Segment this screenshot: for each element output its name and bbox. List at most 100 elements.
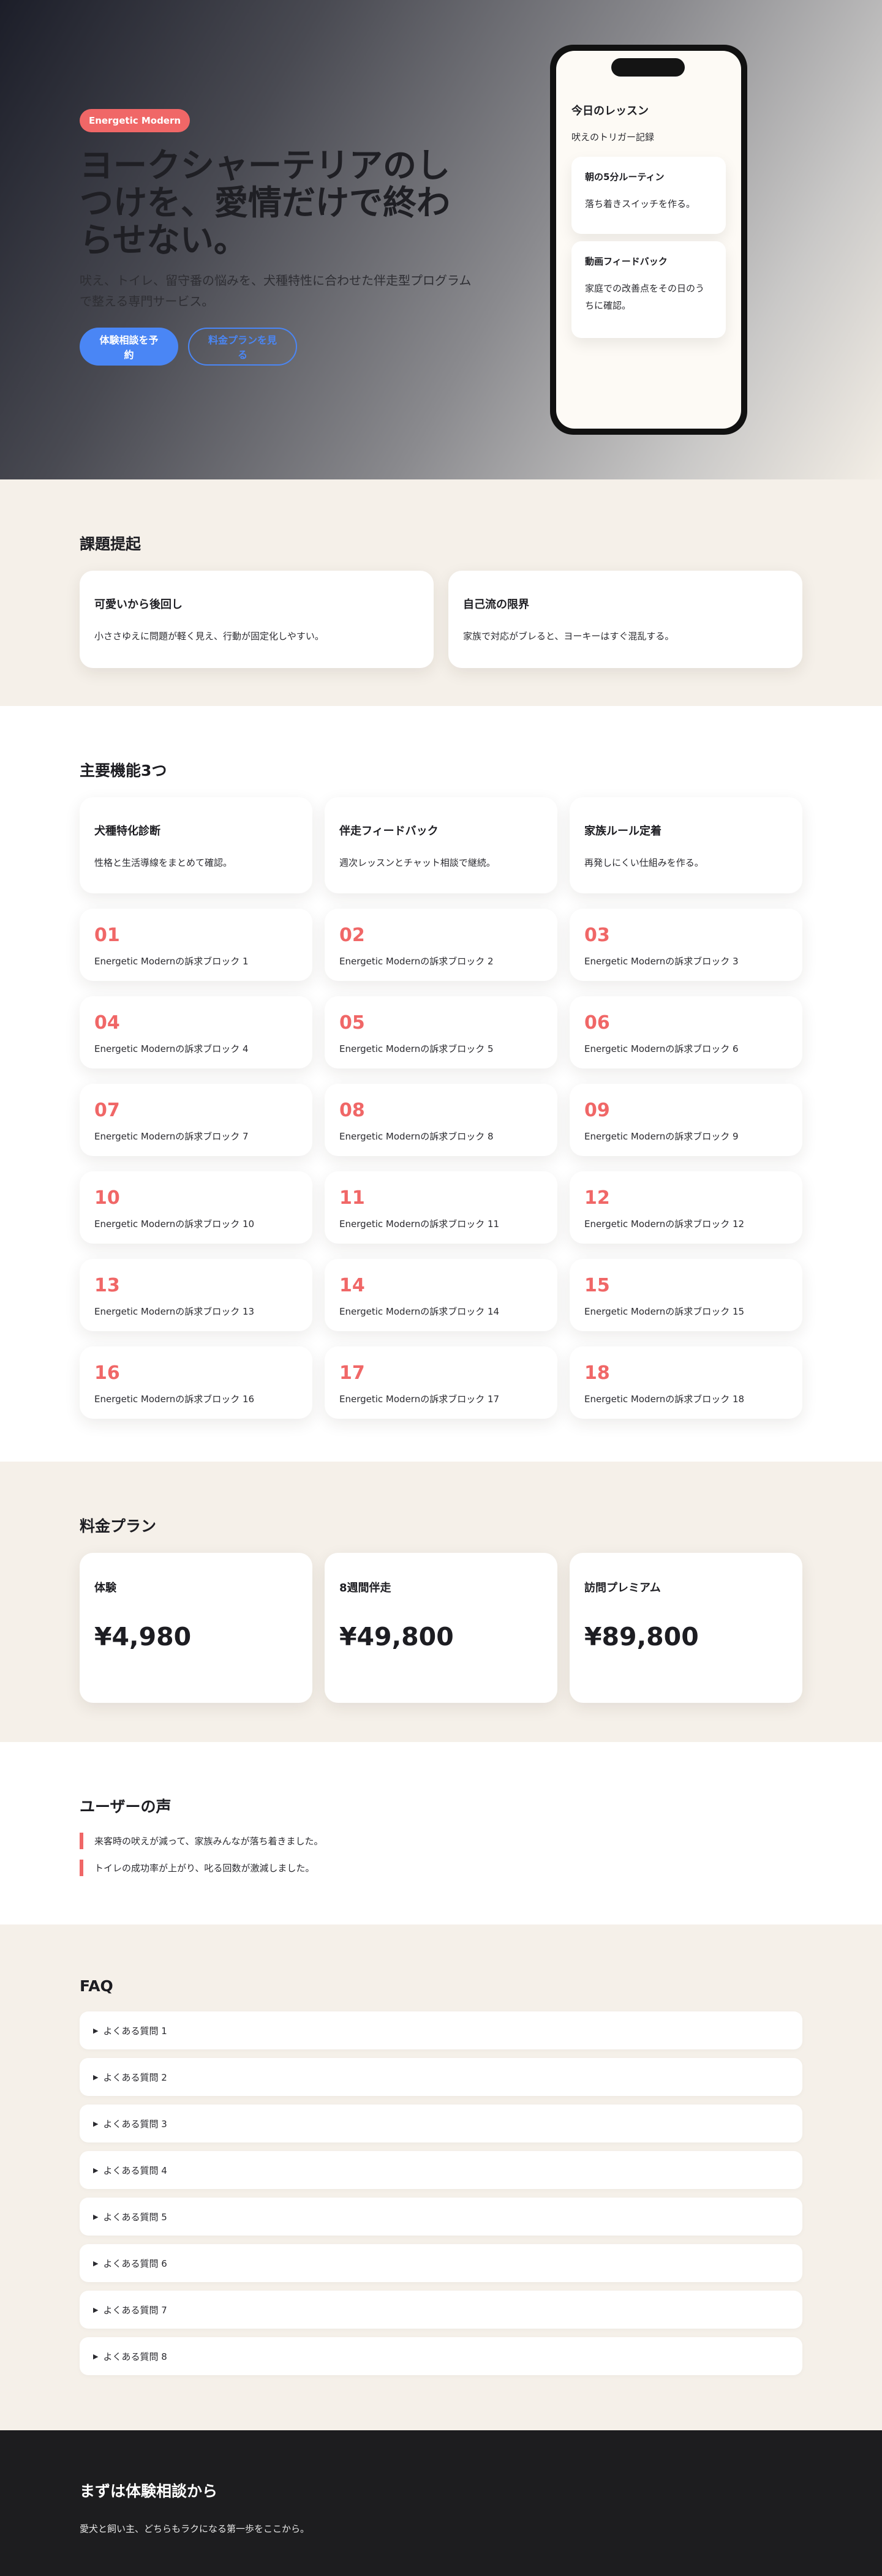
phone-screen: 今日のレッスン 吠えのトリガー記録 朝の5分ルーティン 落ち着きスイッチを作る。…: [556, 51, 741, 429]
feature-card: 伴走フィードバック 週次レッスンとチャット相談で継続。: [325, 797, 557, 893]
feature-card-title: 家族ルール定着: [584, 825, 662, 838]
faq-item[interactable]: ▶ よくある質問 7: [80, 2291, 802, 2329]
disclosure-triangle-icon: ▶: [93, 2212, 99, 2221]
faq-list: ▶ よくある質問 1 ▶ よくある質問 2 ▶ よくある質問 3 ▶ よくある質問 4 ▶ よくあ…: [80, 2011, 802, 2375]
faq-question: よくある質問 4: [103, 2165, 167, 2176]
plan-name: 体験: [94, 1582, 116, 1594]
problem-card: 可愛いから後回し 小ささゆえに問題が軽く見え、行動が固定化しやすい。: [80, 571, 434, 668]
faq-item[interactable]: ▶ よくある質問 1: [80, 2011, 802, 2049]
disclosure-triangle-icon: ▶: [93, 2026, 99, 2035]
appeal-block-card: 12 Energetic Modernの訴求ブロック 12: [570, 1171, 802, 1244]
disclosure-triangle-icon: ▶: [93, 2305, 99, 2314]
appeal-block-number: 16: [94, 1362, 120, 1384]
disclosure-triangle-icon: ▶: [93, 2119, 99, 2128]
appeal-block-number: 06: [584, 1012, 610, 1034]
problem-card-text: 家族で対応がブレると、ヨーキーはすぐ混乱する。: [463, 631, 674, 642]
appeal-block-card: 03 Energetic Modernの訴求ブロック 3: [570, 909, 802, 981]
appeal-block-text: Energetic Modernの訴求ブロック 11: [339, 1219, 500, 1230]
appeal-block-number: 01: [94, 925, 120, 946]
appeal-block-text: Energetic Modernの訴求ブロック 4: [94, 1043, 249, 1054]
appeal-block-text: Energetic Modernの訴求ブロック 2: [339, 956, 494, 967]
appeal-block-text: Energetic Modernの訴求ブロック 18: [584, 1394, 745, 1405]
phone-card-title: 朝の5分ルーティン: [585, 171, 665, 182]
appeal-block-text: Energetic Modernの訴求ブロック 6: [584, 1043, 739, 1054]
plan-price: ¥49,800: [339, 1622, 454, 1651]
faq-question: よくある質問 8: [103, 2351, 167, 2362]
appeal-block-card: 07 Energetic Modernの訴求ブロック 7: [80, 1084, 312, 1156]
section-title: 料金プラン: [80, 1517, 157, 1535]
section-title: 課題提起: [80, 535, 141, 553]
cta-text: 愛犬と飼い主、どちらもラクになる第一歩をここから。: [80, 2523, 310, 2534]
appeal-block-number: 05: [339, 1012, 365, 1034]
plan-name: 8週間伴走: [339, 1582, 391, 1594]
faq-item[interactable]: ▶ よくある質問 4: [80, 2151, 802, 2189]
feature-card-title: 伴走フィードバック: [339, 825, 439, 838]
appeal-block-number: 07: [94, 1100, 120, 1121]
faq-item[interactable]: ▶ よくある質問 8: [80, 2337, 802, 2375]
feature-card-text: 再発しにくい仕組みを作る。: [584, 857, 704, 868]
faq-question: よくある質問 5: [103, 2211, 167, 2223]
appeal-block-card: 17 Energetic Modernの訴求ブロック 17: [325, 1346, 557, 1419]
appeal-block-card: 08 Energetic Modernの訴求ブロック 8: [325, 1084, 557, 1156]
appeal-block-text: Energetic Modernの訴求ブロック 17: [339, 1394, 500, 1405]
appeal-block-text: Energetic Modernの訴求ブロック 13: [94, 1306, 255, 1317]
phone-lesson-title: 今日のレッスン: [571, 105, 649, 118]
book-consultation-button[interactable]: 体験相談を予約: [80, 328, 178, 366]
plan-price: ¥89,800: [584, 1622, 699, 1651]
disclosure-triangle-icon: ▶: [93, 2073, 99, 2081]
features-section: 主要機能3つ 犬種特化診断 性格と生活導線をまとめて確認。 伴走フィードバック …: [0, 706, 882, 1462]
hero-buttons: 体験相談を予約 料金プランを見る: [80, 328, 472, 366]
plan-card-trial: 体験 ¥4,980: [80, 1553, 312, 1703]
appeal-block-text: Energetic Modernの訴求ブロック 7: [94, 1131, 249, 1142]
appeal-block-card: 15 Energetic Modernの訴求ブロック 15: [570, 1259, 802, 1331]
faq-item[interactable]: ▶ よくある質問 6: [80, 2244, 802, 2282]
phone-card-title: 動画フィードバック: [585, 256, 668, 267]
problem-card-text: 小ささゆえに問題が軽く見え、行動が固定化しやすい。: [94, 631, 324, 642]
appeal-block-card: 13 Energetic Modernの訴求ブロック 13: [80, 1259, 312, 1331]
appeal-block-number: 17: [339, 1362, 365, 1384]
appeal-block-number: 04: [94, 1012, 120, 1034]
hero-section: Energetic Modern ヨークシャーテリアのしつけを、愛情だけで終わら…: [0, 0, 882, 479]
appeal-block-number: 10: [94, 1187, 120, 1209]
appeal-block-card: 02 Energetic Modernの訴求ブロック 2: [325, 909, 557, 981]
disclosure-triangle-icon: ▶: [93, 2166, 99, 2174]
appeal-block-card: 05 Energetic Modernの訴求ブロック 5: [325, 996, 557, 1068]
pricing-grid: 体験 ¥4,980 8週間伴走 ¥49,800 訪問プレミアム ¥89,800: [80, 1553, 802, 1703]
feature-card-text: 性格と生活導線をまとめて確認。: [94, 857, 233, 868]
cta-section: まずは体験相談から 愛犬と飼い主、どちらもラクになる第一歩をここから。: [0, 2430, 882, 2576]
appeal-block-number: 11: [339, 1187, 365, 1209]
phone-card-text: 落ち着きスイッチを作る。: [585, 198, 696, 209]
feature-card-title: 犬種特化診断: [94, 825, 160, 838]
phone-card-routine: 朝の5分ルーティン 落ち着きスイッチを作る。: [571, 157, 726, 234]
plan-card-8weeks: 8週間伴走 ¥49,800: [325, 1553, 557, 1703]
problem-card-title: 自己流の限界: [463, 598, 529, 611]
cta-title: まずは体験相談から: [80, 2482, 218, 2500]
feature-card: 犬種特化診断 性格と生活導線をまとめて確認。: [80, 797, 312, 893]
faq-question: よくある質問 2: [103, 2071, 167, 2083]
faq-item[interactable]: ▶ よくある質問 2: [80, 2058, 802, 2096]
phone-mockup: 今日のレッスン 吠えのトリガー記録 朝の5分ルーティン 落ち着きスイッチを作る。…: [550, 45, 747, 435]
appeal-block-card: 06 Energetic Modernの訴求ブロック 6: [570, 996, 802, 1068]
faq-question: よくある質問 1: [103, 2025, 167, 2037]
hero-subtitle: 吠え、トイレ、留守番の悩みを、犬種特性に合わせた伴走型プログラムで整える専門サー…: [80, 273, 472, 309]
appeal-block-number: 09: [584, 1100, 610, 1121]
faq-item[interactable]: ▶ よくある質問 3: [80, 2105, 802, 2142]
faq-question: よくある質問 7: [103, 2304, 167, 2316]
appeal-block-number: 02: [339, 925, 365, 946]
appeal-block-card: 10 Energetic Modernの訴求ブロック 10: [80, 1171, 312, 1244]
view-pricing-button[interactable]: 料金プランを見る: [188, 328, 297, 366]
plan-card-premium: 訪問プレミアム ¥89,800: [570, 1553, 802, 1703]
plan-price: ¥4,980: [94, 1622, 192, 1651]
faq-question: よくある質問 3: [103, 2118, 167, 2130]
appeal-block-card: 18 Energetic Modernの訴求ブロック 18: [570, 1346, 802, 1419]
appeal-block-card: 09 Energetic Modernの訴求ブロック 9: [570, 1084, 802, 1156]
problem-grid: 可愛いから後回し 小ささゆえに問題が軽く見え、行動が固定化しやすい。 自己流の限…: [80, 571, 802, 668]
appeal-block-text: Energetic Modernの訴求ブロック 15: [584, 1306, 745, 1317]
testimonial-quote: トイレの成功率が上がり、叱る回数が激減しました。: [80, 1860, 802, 1876]
testimonial-list: 来客時の吠えが減って、家族みんなが落ち着きました。 トイレの成功率が上がり、叱る…: [80, 1833, 802, 1876]
hero-title: ヨークシャーテリアのしつけを、愛情だけで終わらせない。: [80, 146, 451, 260]
feature-card: 家族ルール定着 再発しにくい仕組みを作る。: [570, 797, 802, 893]
faq-item[interactable]: ▶ よくある質問 5: [80, 2198, 802, 2236]
appeal-block-text: Energetic Modernの訴求ブロック 10: [94, 1219, 255, 1230]
section-title: 主要機能3つ: [80, 762, 167, 779]
